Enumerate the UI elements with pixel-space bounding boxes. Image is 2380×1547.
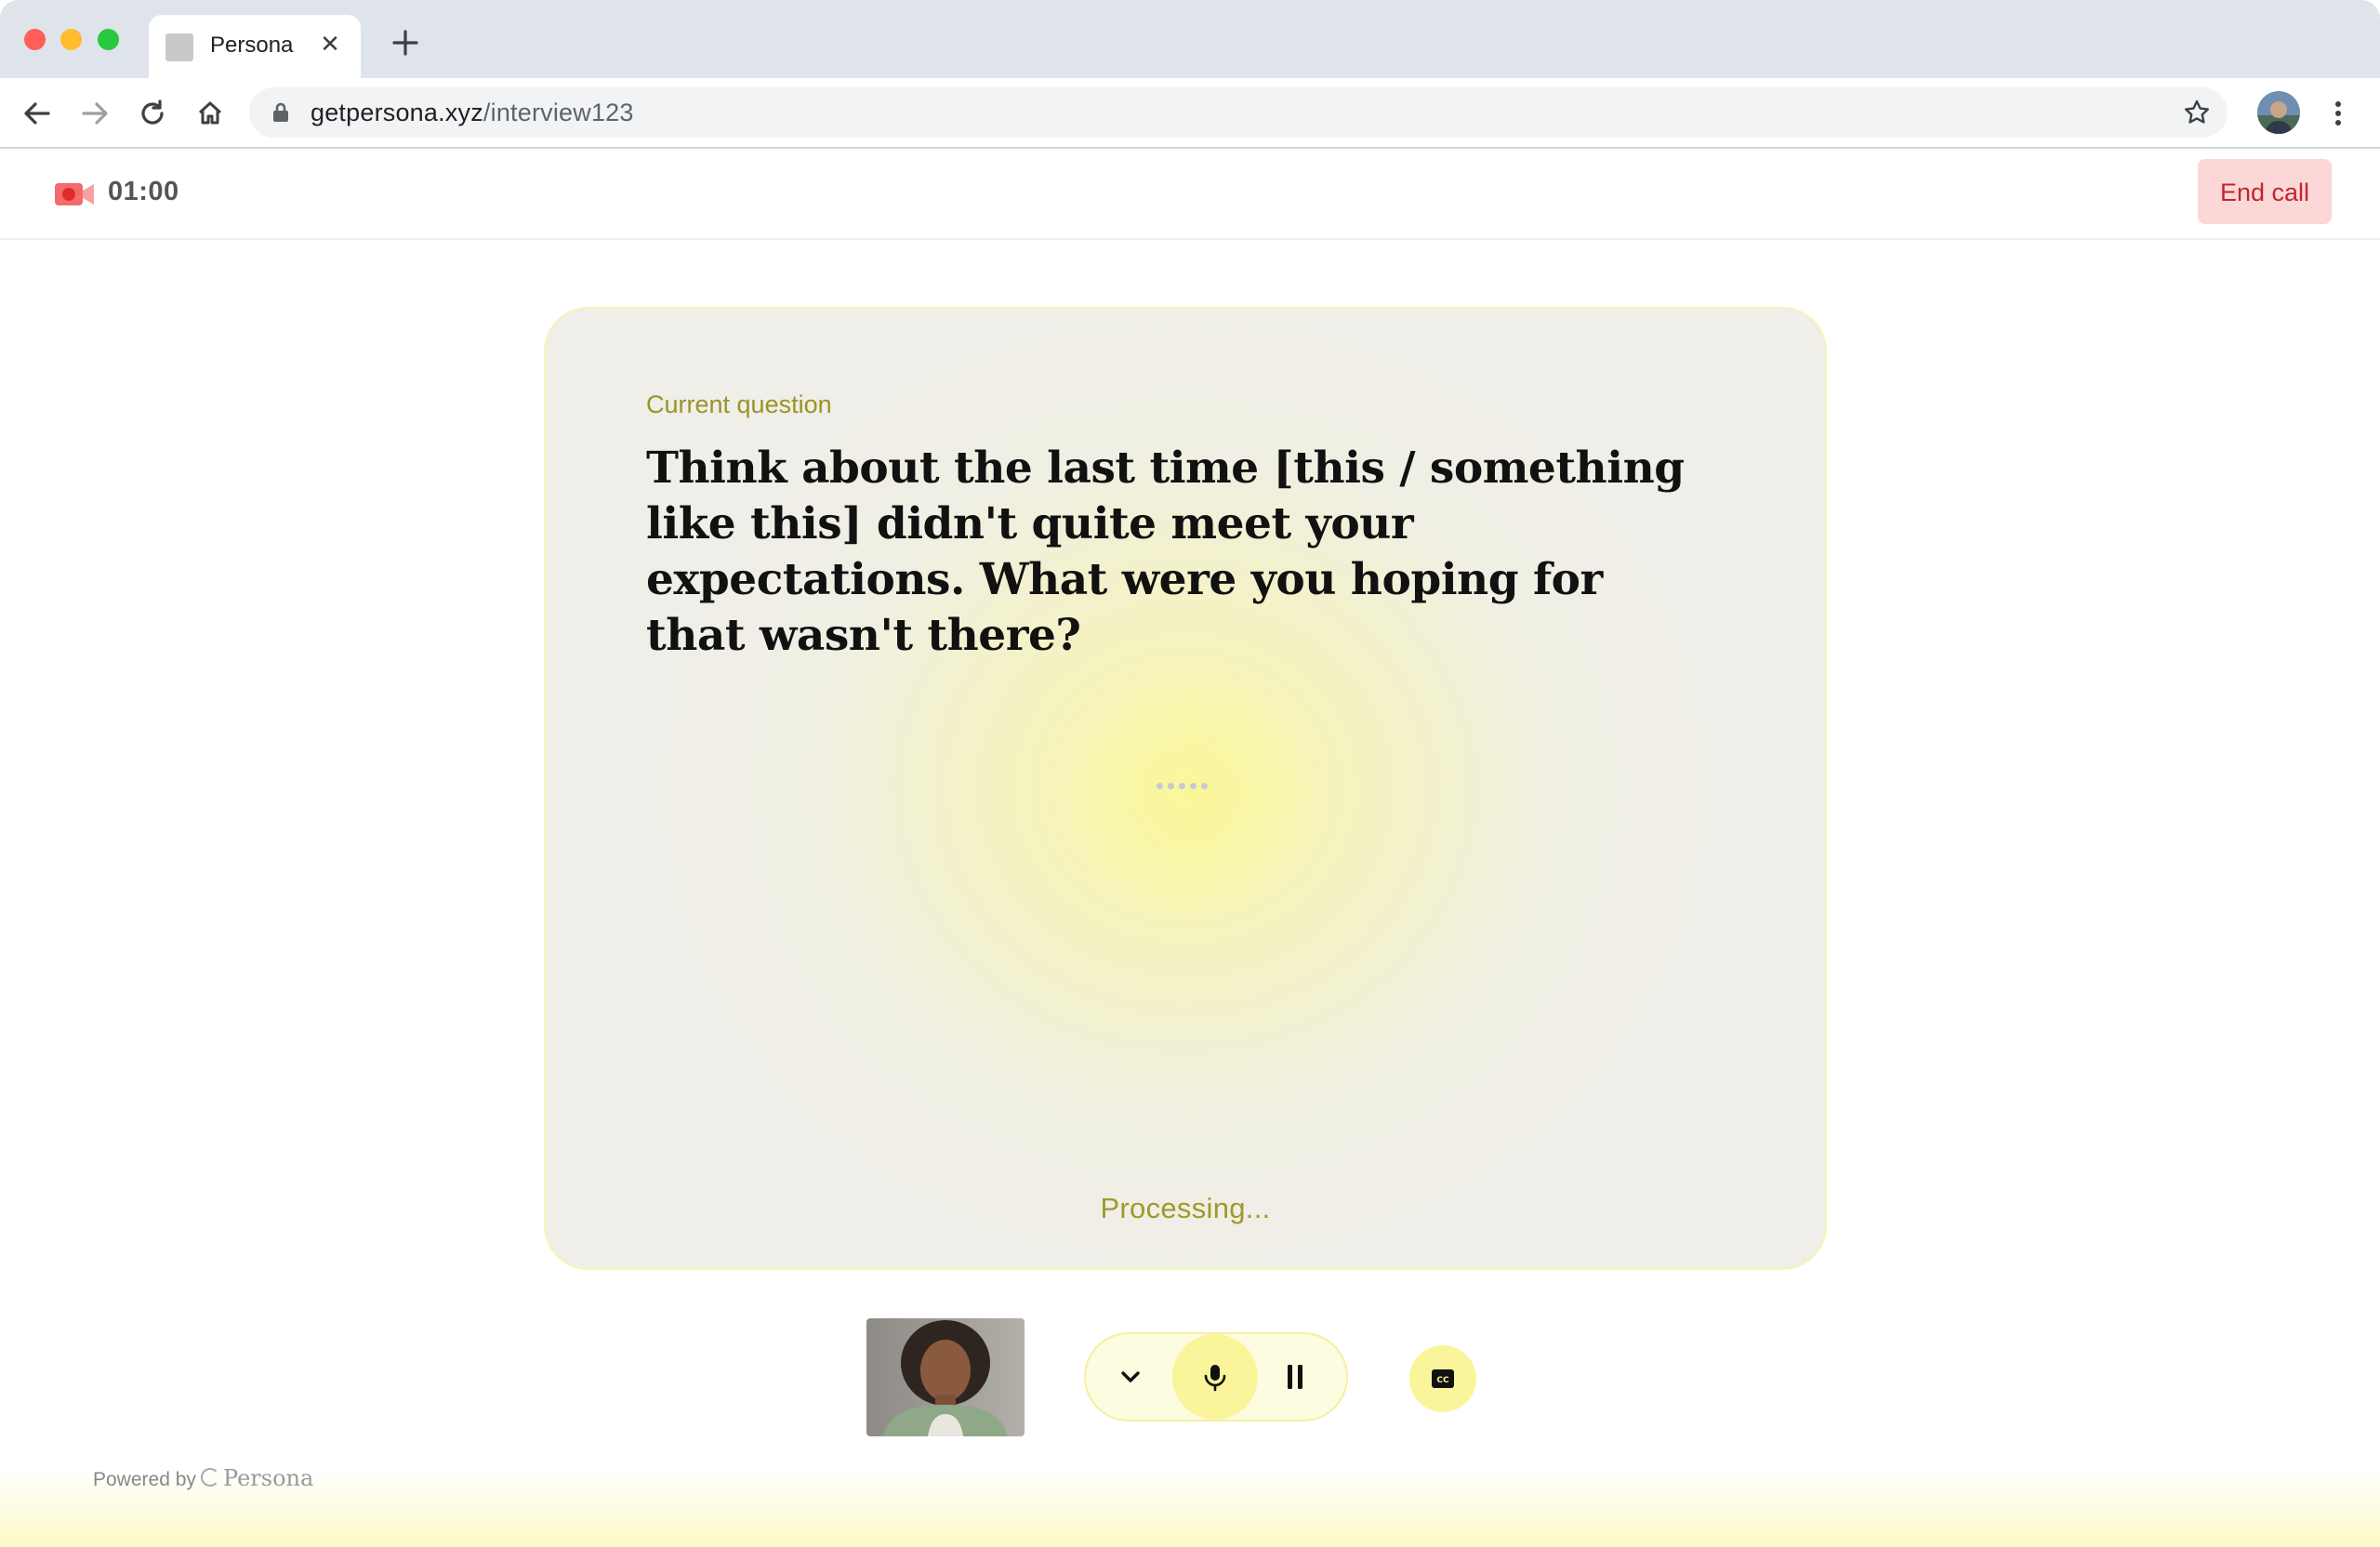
video-record-icon (54, 180, 95, 208)
window-maximize-button[interactable] (98, 29, 119, 50)
tab-favicon-icon (165, 33, 193, 61)
listening-orb (1066, 671, 1317, 922)
lock-icon (271, 102, 290, 123)
persona-logo: Persona (201, 1465, 313, 1491)
processing-status: Processing... (1100, 1192, 1271, 1224)
bookmark-star-icon[interactable] (2183, 99, 2211, 126)
url-text: getpersona.xyz/interview123 (311, 99, 634, 126)
microphone-button[interactable] (1172, 1334, 1258, 1420)
powered-by-label: Powered by (93, 1469, 196, 1490)
end-call-button[interactable]: End call (2198, 159, 2332, 224)
footer-gradient (0, 1469, 2380, 1547)
question-label: Current question (646, 390, 832, 418)
profile-avatar[interactable] (2257, 91, 2300, 134)
browser-menu-icon[interactable] (2324, 95, 2352, 132)
tab-title: Persona (210, 33, 294, 58)
pause-button[interactable] (1253, 1334, 1342, 1420)
reload-icon[interactable] (134, 95, 171, 132)
window-minimize-button[interactable] (60, 29, 82, 50)
pause-icon (1288, 1365, 1302, 1389)
address-bar[interactable]: getpersona.xyz/interview123 (249, 87, 2228, 138)
call-timer: 01:00 (108, 177, 179, 206)
window-close-button[interactable] (24, 29, 46, 50)
persona-logo-icon (201, 1468, 219, 1487)
audio-controls (1084, 1332, 1348, 1421)
browser-toolbar: getpersona.xyz/interview123 (0, 78, 2380, 149)
svg-text:CC: CC (1436, 1376, 1449, 1385)
forward-icon[interactable] (76, 95, 113, 132)
closed-captions-icon: CC (1432, 1369, 1454, 1388)
call-header: 01:00 End call (0, 149, 2380, 240)
tab-close-icon[interactable]: ✕ (316, 30, 344, 58)
self-video-preview (866, 1318, 1025, 1436)
loading-dots-icon (1157, 780, 1222, 791)
question-text: Think about the last time [this / someth… (646, 443, 1685, 661)
home-icon[interactable] (192, 95, 229, 132)
microphone-icon (1204, 1365, 1226, 1392)
browser-tab[interactable]: Persona ✕ (149, 15, 361, 78)
browser-titlebar: Persona ✕ (0, 0, 2380, 78)
new-tab-icon[interactable] (389, 26, 422, 60)
back-icon[interactable] (19, 95, 56, 132)
question-card: Current question Think about the last ti… (544, 307, 1827, 1270)
closed-captions-button[interactable]: CC (1409, 1345, 1476, 1412)
